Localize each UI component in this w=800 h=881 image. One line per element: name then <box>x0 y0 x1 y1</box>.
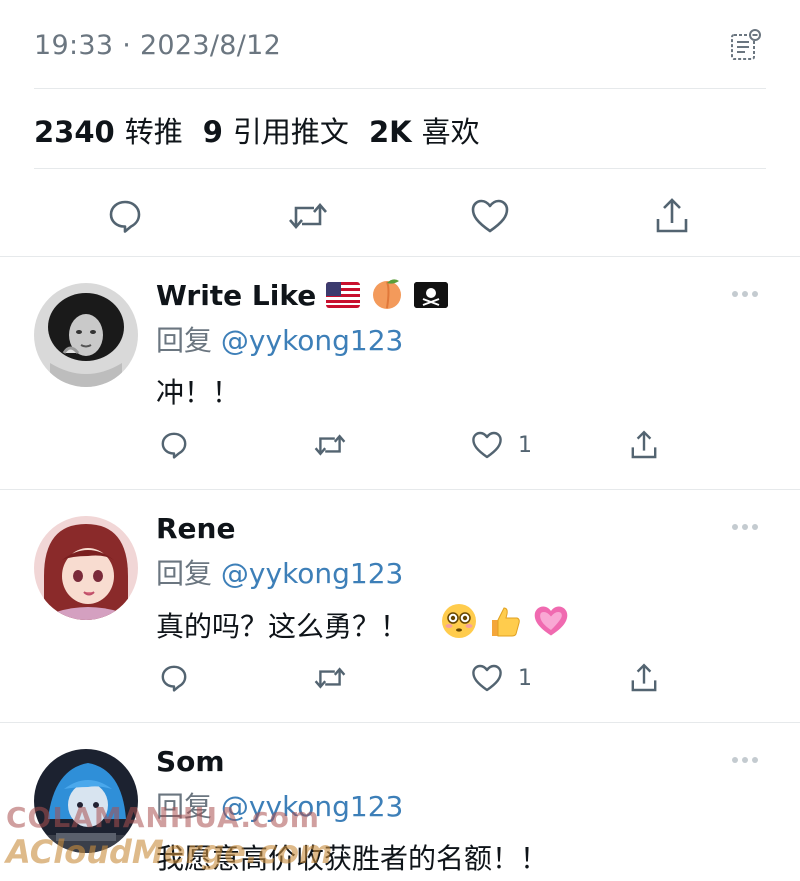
reply-header: Rene <box>156 508 235 548</box>
quote-stat[interactable]: 9 引用推文 <box>203 109 349 151</box>
like-button[interactable]: 1 <box>470 658 532 698</box>
reply-icon[interactable] <box>101 192 149 240</box>
like-icon <box>472 664 502 692</box>
pirate-flag-emoji <box>414 282 449 308</box>
reply-item[interactable]: Write Like 回复 @yykong123 冲！！ 1 <box>0 257 800 489</box>
retweet-icon[interactable] <box>312 658 348 698</box>
display-name[interactable]: Som <box>156 745 225 778</box>
us-flag-emoji <box>326 282 361 308</box>
reply-to-line: 回复 @yykong123 <box>156 324 404 357</box>
divider <box>34 168 766 169</box>
avatar[interactable] <box>34 516 138 620</box>
like-count: 1 <box>518 432 532 458</box>
tweet-meta-row: 19:33 · 2023/8/12 <box>34 22 766 68</box>
reply-header: Write Like <box>156 275 449 315</box>
peach-emoji <box>370 276 404 314</box>
tweet-action-bar <box>0 186 800 244</box>
like-icon <box>472 431 502 459</box>
reply-header: Som <box>156 741 225 781</box>
mention-link[interactable]: @yykong123 <box>221 324 403 357</box>
divider <box>34 88 766 89</box>
more-options-icon[interactable] <box>732 289 762 299</box>
heart-emoji <box>532 602 570 647</box>
share-icon[interactable] <box>628 425 660 465</box>
reply-item[interactable]: Rene 回复 @yykong123 真的吗？这么勇？！ 1 <box>0 490 800 722</box>
tweet-timestamp: 19:33 · 2023/8/12 <box>34 29 282 61</box>
reply-actions: 1 <box>0 658 800 698</box>
analytics-icon[interactable] <box>726 25 766 65</box>
thumbs-up-emoji <box>486 602 524 647</box>
display-name[interactable]: Rene <box>156 512 235 545</box>
retweet-stat[interactable]: 2340 转推 <box>34 109 183 151</box>
reply-actions: 1 <box>0 425 800 465</box>
like-count: 1 <box>518 665 532 691</box>
reply-to-line: 回复 @yykong123 <box>156 790 404 823</box>
like-stat[interactable]: 2K 喜欢 <box>369 109 480 151</box>
mention-link[interactable]: @yykong123 <box>221 557 403 590</box>
reply-text: 真的吗？这么勇？！ <box>156 602 570 647</box>
more-options-icon[interactable] <box>732 755 762 765</box>
share-icon[interactable] <box>648 192 696 240</box>
more-options-icon[interactable] <box>732 522 762 532</box>
reply-item[interactable]: Som 回复 @yykong123 我愿意高价收获胜者的名额！！ <box>0 723 800 881</box>
display-name[interactable]: Write Like <box>156 279 316 312</box>
like-button[interactable]: 1 <box>470 425 532 465</box>
like-icon[interactable] <box>466 192 514 240</box>
flushed-emoji <box>440 602 478 647</box>
reply-icon[interactable] <box>158 425 190 465</box>
reply-to-line: 回复 @yykong123 <box>156 557 404 590</box>
tweet-stats: 2340 转推 9 引用推文 2K 喜欢 <box>34 106 480 154</box>
reply-icon[interactable] <box>158 658 190 698</box>
reply-text: 我愿意高价收获胜者的名额！！ <box>156 842 549 875</box>
avatar[interactable] <box>34 749 138 853</box>
share-icon[interactable] <box>628 658 660 698</box>
retweet-icon[interactable] <box>284 192 332 240</box>
avatar[interactable] <box>34 283 138 387</box>
reply-text: 冲！！ <box>156 376 241 409</box>
retweet-icon[interactable] <box>312 425 348 465</box>
mention-link[interactable]: @yykong123 <box>221 790 403 823</box>
